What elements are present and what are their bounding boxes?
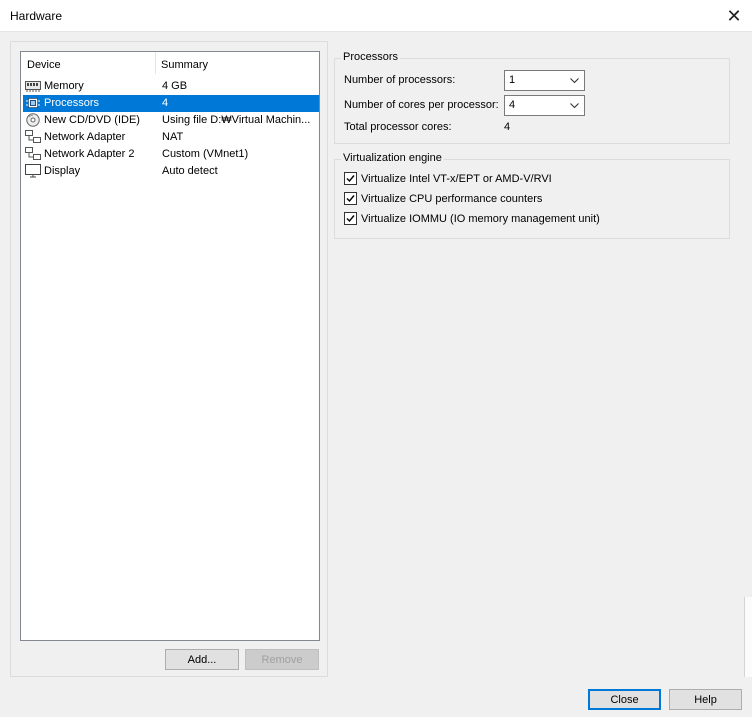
checkmark-icon <box>346 195 355 203</box>
window-title: Hardware <box>10 9 63 23</box>
virtualization-legend: Virtualization engine <box>341 152 444 164</box>
remove-button[interactable]: Remove <box>245 649 319 670</box>
checkmark-icon <box>346 175 355 183</box>
network-adapter-icon <box>25 130 41 143</box>
num-processors-label: Number of processors: <box>344 74 456 86</box>
vtx-ept-checkbox[interactable] <box>344 172 357 185</box>
device-name: Display <box>44 165 81 177</box>
list-header: Device Summary <box>21 52 319 78</box>
close-button[interactable]: Close <box>588 689 661 710</box>
device-summary: NAT <box>162 131 184 143</box>
device-row-network-adapter[interactable]: Network Adapter NAT <box>23 129 319 146</box>
device-summary: Using file D:₩Virtual Machin... <box>162 114 311 126</box>
iommu-checkbox[interactable] <box>344 212 357 225</box>
device-name: Network Adapter 2 <box>44 148 135 160</box>
column-header-summary[interactable]: Summary <box>161 59 208 71</box>
cores-per-processor-select[interactable]: 4 <box>504 95 585 116</box>
device-name: Processors <box>44 97 100 109</box>
cores-per-processor-label: Number of cores per processor: <box>344 99 499 111</box>
device-summary: Auto detect <box>162 165 218 177</box>
processor-icon <box>26 98 40 108</box>
display-icon <box>25 164 41 178</box>
memory-icon <box>25 81 41 92</box>
title-bar: Hardware ✕ <box>0 0 752 32</box>
network-adapter-icon <box>25 147 41 160</box>
processors-legend: Processors <box>341 51 401 63</box>
cpu-perf-counters-checkbox[interactable] <box>344 192 357 205</box>
background-window-edge <box>744 597 752 677</box>
device-list[interactable]: Device Summary Memory 4 GB Processors 4 <box>20 51 320 641</box>
device-row-cd-dvd[interactable]: New CD/DVD (IDE) Using file D:₩Virtual M… <box>23 112 319 129</box>
iommu-label: Virtualize IOMMU (IO memory management u… <box>361 213 600 225</box>
device-row-network-adapter-2[interactable]: Network Adapter 2 Custom (VMnet1) <box>23 146 319 163</box>
device-name: Memory <box>44 80 84 92</box>
chevron-down-icon <box>570 78 579 84</box>
close-icon[interactable]: ✕ <box>716 0 752 32</box>
device-summary: 4 <box>162 97 169 109</box>
column-separator[interactable] <box>155 52 156 74</box>
device-row-display[interactable]: Display Auto detect <box>23 163 319 180</box>
device-row-memory[interactable]: Memory 4 GB <box>23 78 319 95</box>
device-name: Network Adapter <box>44 131 126 143</box>
checkmark-icon <box>346 215 355 223</box>
num-processors-value: 1 <box>509 74 516 86</box>
help-button[interactable]: Help <box>669 689 742 710</box>
column-header-device[interactable]: Device <box>27 59 61 71</box>
chevron-down-icon <box>570 103 579 109</box>
vtx-ept-label: Virtualize Intel VT-x/EPT or AMD-V/RVI <box>361 173 552 185</box>
total-cores-value: 4 <box>504 121 511 133</box>
cores-per-processor-value: 4 <box>509 99 516 111</box>
device-summary: Custom (VMnet1) <box>162 148 249 160</box>
device-row-processors[interactable]: Processors 4 <box>23 95 319 112</box>
device-summary: 4 GB <box>162 80 188 92</box>
device-name: New CD/DVD (IDE) <box>44 114 140 126</box>
num-processors-select[interactable]: 1 <box>504 70 585 91</box>
total-cores-label: Total processor cores: <box>344 121 452 133</box>
add-button[interactable]: Add... <box>165 649 239 670</box>
cpu-perf-counters-label: Virtualize CPU performance counters <box>361 193 543 205</box>
cd-dvd-icon <box>26 113 40 127</box>
